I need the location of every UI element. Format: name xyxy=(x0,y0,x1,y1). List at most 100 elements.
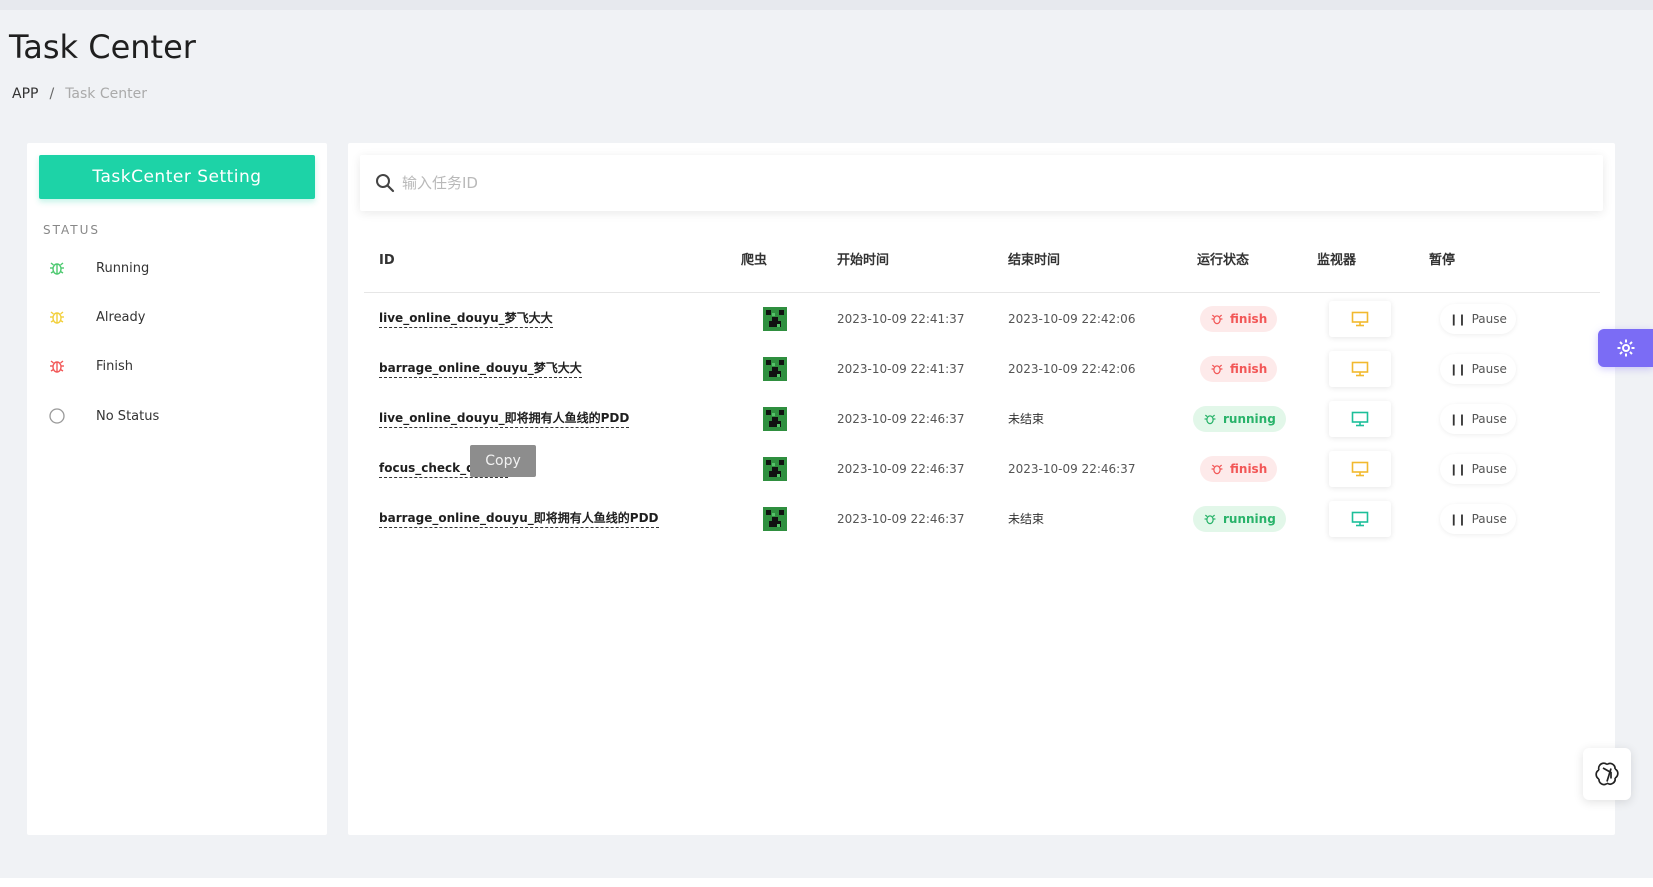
pause-icon: ❙❙ xyxy=(1449,312,1466,326)
start-time: 2023-10-09 22:46:37 xyxy=(837,512,965,526)
status-text: finish xyxy=(1230,362,1268,376)
taskcenter-setting-button[interactable]: TaskCenter Setting xyxy=(39,155,315,199)
table-row: live_online_douyu_梦飞大大 2023-10-09 22:41:… xyxy=(364,293,1600,345)
pause-label: Pause xyxy=(1471,312,1507,326)
bug-icon xyxy=(47,307,67,327)
status-text: running xyxy=(1223,412,1276,426)
spider-icon xyxy=(763,357,787,381)
spider-icon xyxy=(763,407,787,431)
copy-tooltip: Copy xyxy=(470,445,536,477)
status-text: finish xyxy=(1230,462,1268,476)
status-filter-finish[interactable]: Finish xyxy=(47,354,133,378)
end-time: 未结束 xyxy=(1008,412,1045,426)
monitor-button[interactable] xyxy=(1329,501,1391,537)
column-header-end-time: 结束时间 xyxy=(1008,253,1061,268)
status-label-no-status: No Status xyxy=(96,408,160,424)
pause-icon: ❙❙ xyxy=(1449,462,1466,476)
pause-label: Pause xyxy=(1471,462,1507,476)
breadcrumb: APP / Task Center xyxy=(12,86,147,102)
monitor-button[interactable] xyxy=(1329,351,1391,387)
column-header-spider: 爬虫 xyxy=(741,253,768,268)
spider-icon xyxy=(763,457,787,481)
status-badge: finish xyxy=(1200,356,1278,382)
column-header-start-time: 开始时间 xyxy=(837,253,890,268)
monitor-icon xyxy=(1351,411,1369,427)
status-filter-no-status[interactable]: No Status xyxy=(47,404,159,428)
page-title: Task Center xyxy=(9,28,196,66)
status-heading: STATUS xyxy=(43,223,101,237)
start-time: 2023-10-09 22:46:37 xyxy=(837,462,965,476)
status-sidebar: TaskCenter Setting STATUS Running Alread… xyxy=(27,143,327,835)
end-time: 2023-10-09 22:42:06 xyxy=(1008,362,1136,376)
pause-label: Pause xyxy=(1471,412,1507,426)
settings-float-button[interactable] xyxy=(1598,329,1653,367)
table-row: barrage_online_douyu_梦飞大大 2023-10-09 22:… xyxy=(364,343,1600,395)
task-panel: ID 爬虫 开始时间 结束时间 运行状态 监视器 暂停 live_online_… xyxy=(348,143,1615,835)
breadcrumb-separator: / xyxy=(49,86,55,102)
monitor-icon xyxy=(1351,461,1369,477)
status-label-already: Already xyxy=(96,309,146,325)
status-badge: running xyxy=(1193,406,1286,432)
status-label-running: Running xyxy=(96,260,150,276)
pause-label: Pause xyxy=(1471,362,1507,376)
ai-assistant-button[interactable] xyxy=(1583,748,1631,800)
pause-label: Pause xyxy=(1471,512,1507,526)
table-header: ID 爬虫 开始时间 结束时间 运行状态 监视器 暂停 xyxy=(364,251,1600,293)
start-time: 2023-10-09 22:46:37 xyxy=(837,412,965,426)
pause-icon: ❙❙ xyxy=(1449,412,1466,426)
circle-icon xyxy=(47,406,67,426)
bottom-strip xyxy=(0,878,1653,887)
status-filter-already[interactable]: Already xyxy=(47,305,145,329)
bug-icon xyxy=(1204,514,1216,525)
spider-icon xyxy=(763,307,787,331)
search-bar xyxy=(360,155,1603,211)
status-label-finish: Finish xyxy=(96,358,134,374)
status-text: running xyxy=(1223,512,1276,526)
status-badge: running xyxy=(1193,506,1286,532)
task-id-link[interactable]: barrage_online_douyu_梦飞大大 xyxy=(379,359,582,378)
monitor-button[interactable] xyxy=(1329,451,1391,487)
task-id-link[interactable]: live_online_douyu_梦飞大大 xyxy=(379,309,553,328)
table-row: barrage_online_douyu_即将拥有人鱼线的PDD 2023-10… xyxy=(364,493,1600,545)
spider-icon xyxy=(763,507,787,531)
end-time: 2023-10-09 22:42:06 xyxy=(1008,312,1136,326)
end-time: 未结束 xyxy=(1008,512,1045,526)
top-strip xyxy=(0,0,1653,10)
gear-icon xyxy=(1617,339,1634,357)
start-time: 2023-10-09 22:41:37 xyxy=(837,362,965,376)
pause-button[interactable]: ❙❙ Pause xyxy=(1440,304,1516,334)
column-header-id: ID xyxy=(379,253,395,268)
pause-icon: ❙❙ xyxy=(1449,512,1466,526)
monitor-button[interactable] xyxy=(1329,401,1391,437)
task-id-link[interactable]: live_online_douyu_即将拥有人鱼线的PDD xyxy=(379,409,630,428)
column-header-run-status: 运行状态 xyxy=(1197,253,1250,268)
pause-button[interactable]: ❙❙ Pause xyxy=(1440,454,1516,484)
status-badge: finish xyxy=(1200,306,1278,332)
task-id-search-input[interactable] xyxy=(402,174,1552,192)
monitor-button[interactable] xyxy=(1329,301,1391,337)
bug-icon xyxy=(47,356,67,376)
table-row: live_online_douyu_即将拥有人鱼线的PDD 2023-10-09… xyxy=(364,393,1600,445)
bug-icon xyxy=(1204,414,1216,425)
column-header-pause: 暂停 xyxy=(1429,253,1456,268)
pause-button[interactable]: ❙❙ Pause xyxy=(1440,404,1516,434)
breadcrumb-current: Task Center xyxy=(65,86,147,102)
status-text: finish xyxy=(1230,312,1268,326)
task-id-link[interactable]: barrage_online_douyu_即将拥有人鱼线的PDD xyxy=(379,509,659,528)
pause-button[interactable]: ❙❙ Pause xyxy=(1440,504,1516,534)
openai-icon xyxy=(1595,762,1619,786)
bug-icon xyxy=(1211,364,1223,375)
bug-icon xyxy=(1211,464,1223,475)
breadcrumb-root[interactable]: APP xyxy=(12,86,38,102)
monitor-icon xyxy=(1351,311,1369,327)
search-icon xyxy=(376,174,395,193)
bug-icon xyxy=(1211,314,1223,325)
start-time: 2023-10-09 22:41:37 xyxy=(837,312,965,326)
pause-button[interactable]: ❙❙ Pause xyxy=(1440,354,1516,384)
status-filter-running[interactable]: Running xyxy=(47,256,149,280)
monitor-icon xyxy=(1351,361,1369,377)
status-badge: finish xyxy=(1200,456,1278,482)
column-header-monitor: 监视器 xyxy=(1317,253,1357,268)
end-time: 2023-10-09 22:46:37 xyxy=(1008,462,1136,476)
pause-icon: ❙❙ xyxy=(1449,362,1466,376)
